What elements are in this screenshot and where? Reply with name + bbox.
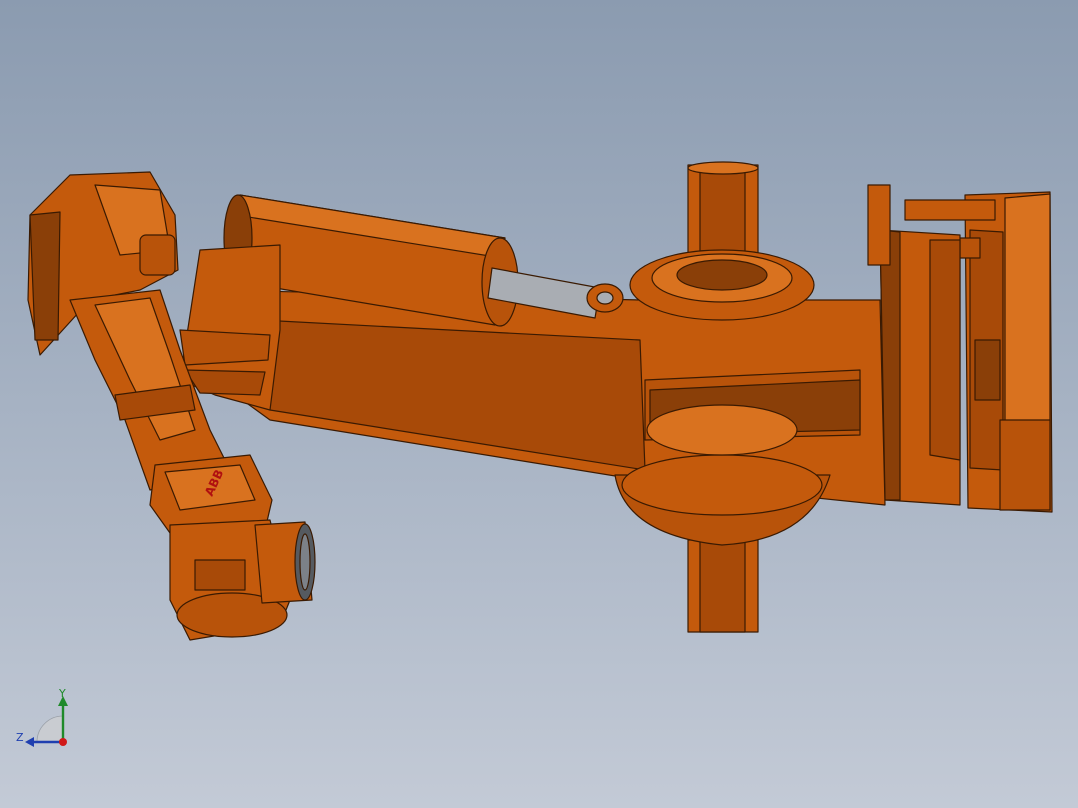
y-axis-label: Y [59, 687, 66, 700]
x-axis-point [59, 738, 67, 746]
z-axis-label: Z [16, 731, 24, 744]
orientation-triad[interactable]: Y Z [8, 684, 78, 754]
axis-shaft-lower[interactable] [687, 539, 759, 633]
joint-bearing-upper[interactable] [629, 249, 815, 321]
tool-flange[interactable] [169, 519, 316, 641]
graphics-viewport[interactable]: ABB Y Z [0, 0, 1078, 808]
robot-arm-model[interactable]: ABB [0, 0, 1078, 808]
upper-arm[interactable] [179, 244, 281, 411]
